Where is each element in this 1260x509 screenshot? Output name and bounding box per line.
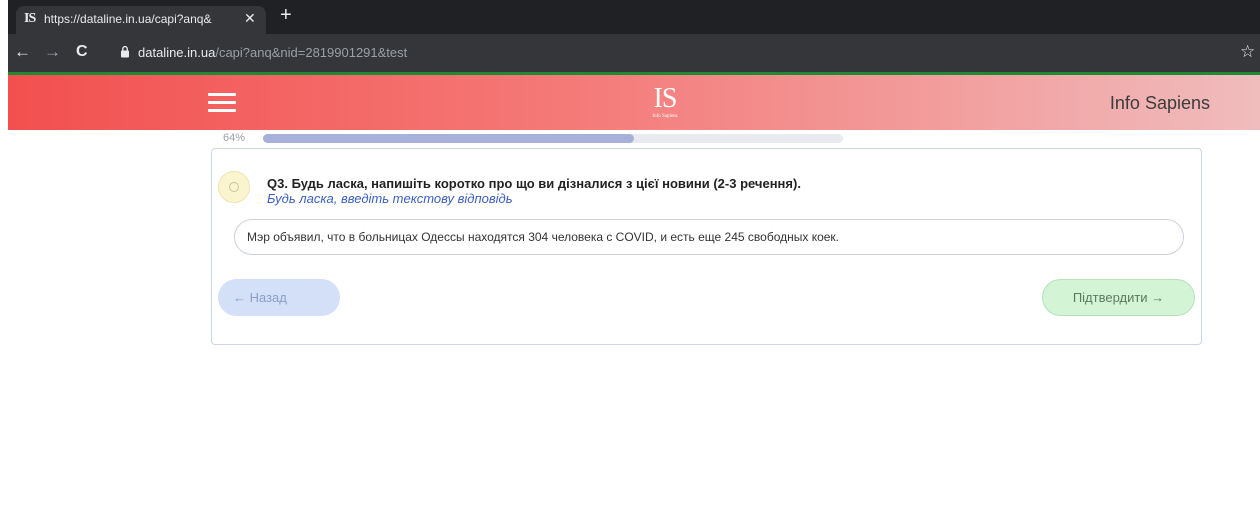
question-card: Q3. Будь ласка, напишіть коротко про що … (211, 148, 1202, 345)
address-domain: dataline.in.ua (138, 45, 216, 60)
bookmark-star-icon[interactable]: ☆ (1240, 42, 1255, 62)
back-arrow-icon[interactable]: ← (14, 42, 31, 62)
window-edge (0, 0, 8, 509)
logo: IS Info Sapiens (648, 84, 682, 124)
brand-name: Info Sapiens (1109, 93, 1210, 113)
address-path: /capi?anq&nid=2819901291&test (215, 45, 408, 60)
progress-bar-fill (263, 134, 635, 143)
forward-arrow-icon[interactable]: → (44, 42, 61, 62)
tab-title: https://dataline.in.ua/capi?anq& (44, 12, 212, 26)
close-tab-icon[interactable]: ✕ (244, 10, 256, 27)
progress-percent: 64% (223, 132, 246, 144)
confirm-button[interactable]: Підтвердити → (1042, 279, 1195, 316)
reload-icon[interactable]: C (76, 42, 88, 62)
browser-toolbar: ← → C dataline.in.ua/capi?anq&nid=281990… (8, 34, 1260, 75)
question-hint: Будь ласка, введіть текстову відповідь (267, 191, 513, 206)
browser-tab[interactable]: IS https://dataline.in.ua/capi?anq& ✕ (16, 6, 266, 34)
menu-hamburger-icon[interactable] (208, 93, 236, 113)
site-favicon-icon: IS (24, 11, 36, 26)
progress-bar (263, 134, 843, 143)
question-badge-icon (218, 171, 250, 203)
logo-mark: IS (653, 83, 678, 114)
logo-subtext: Info Sapiens (652, 114, 678, 119)
answer-input[interactable] (234, 219, 1184, 255)
lock-icon (121, 45, 129, 58)
back-button[interactable]: ← Назад (218, 279, 340, 316)
new-tab-icon[interactable]: + (280, 5, 292, 25)
app-header: IS Info Sapiens Info Sapiens (8, 75, 1260, 130)
address-bar[interactable]: dataline.in.ua/capi?anq&nid=2819901291&t… (138, 45, 407, 60)
browser-tab-bar: IS https://dataline.in.ua/capi?anq& ✕ + (8, 0, 1260, 34)
question-title: Q3. Будь ласка, напишіть коротко про що … (267, 176, 801, 191)
